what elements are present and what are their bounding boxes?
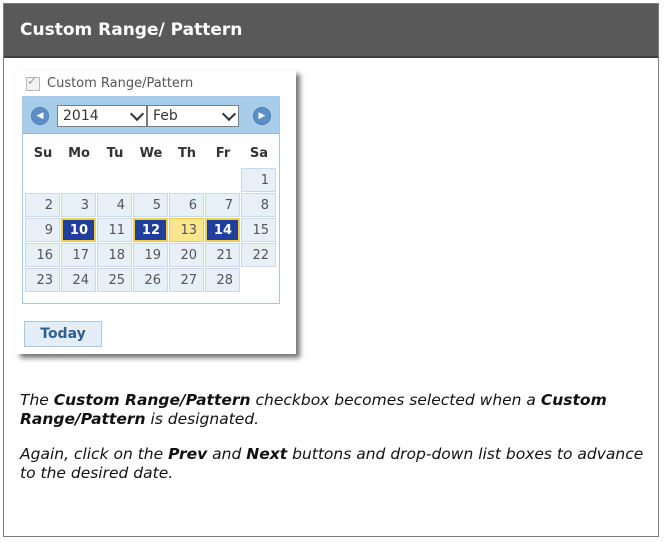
description: The Custom Range/Pattern checkbox become… (20, 391, 656, 499)
calendar-panel: Custom Range/Pattern ◀ 2014 Feb ▶ (16, 70, 296, 354)
description-text: is designated. (145, 410, 260, 428)
day-cell[interactable]: 24 (61, 268, 96, 292)
weekday-label: Th (177, 146, 197, 161)
custom-range-checkbox[interactable] (26, 74, 40, 91)
day-cell-selected[interactable]: 10 (61, 218, 96, 242)
day-cell-selected[interactable]: 14 (205, 218, 240, 242)
day-cell[interactable]: 23 (25, 268, 60, 292)
day-cell-empty (97, 168, 132, 192)
description-paragraph-1: The Custom Range/Pattern checkbox become… (20, 391, 656, 429)
help-frame: Custom Range/ Pattern Custom Range/Patte… (3, 3, 659, 537)
day-cell-empty (133, 168, 168, 192)
day-cell-empty (241, 268, 276, 292)
day-cell-empty (61, 168, 96, 192)
day-cell[interactable]: 6 (169, 193, 204, 217)
day-cell[interactable]: 5 (133, 193, 168, 217)
day-cell[interactable]: 25 (97, 268, 132, 292)
day-cell[interactable]: 22 (241, 243, 276, 267)
day-cell[interactable]: 19 (133, 243, 168, 267)
day-cell[interactable]: 9 (25, 218, 60, 242)
day-cell-empty (205, 168, 240, 192)
day-cell-empty (25, 168, 60, 192)
day-cell[interactable]: 17 (61, 243, 96, 267)
description-text: checkbox becomes selected when a (250, 391, 541, 409)
day-cell[interactable]: 1 (241, 168, 276, 192)
day-cell-selected[interactable]: 12 (133, 218, 168, 242)
day-cell[interactable]: 21 (205, 243, 240, 267)
prev-button[interactable]: ◀ (31, 107, 49, 125)
chevron-down-icon (129, 106, 145, 122)
description-bold: Custom Range/Pattern (53, 391, 251, 409)
weekday-label: Sa (249, 146, 269, 161)
custom-range-checkbox-row[interactable]: Custom Range/Pattern (26, 74, 194, 91)
calendar: ◀ 2014 Feb ▶ Su Mo Tu We Th Fr Sa 1 2 3 … (22, 96, 280, 304)
chevron-down-icon (221, 106, 237, 122)
year-select[interactable]: 2014 (57, 105, 147, 127)
day-cell[interactable]: 8 (241, 193, 276, 217)
next-button[interactable]: ▶ (253, 107, 271, 125)
month-select[interactable]: Feb (147, 105, 239, 127)
day-cell-empty (169, 168, 204, 192)
description-bold: Next (246, 445, 288, 463)
day-cell[interactable]: 2 (25, 193, 60, 217)
day-cell[interactable]: 27 (169, 268, 204, 292)
description-text: The (20, 391, 54, 409)
day-grid: 1 2 3 4 5 6 7 8 9 10 11 12 13 14 15 16 1… (25, 168, 277, 293)
day-cell[interactable]: 26 (133, 268, 168, 292)
page-title: Custom Range/ Pattern (4, 4, 658, 58)
weekday-label: Tu (106, 146, 124, 161)
day-cell[interactable]: 18 (97, 243, 132, 267)
day-cell[interactable]: 16 (25, 243, 60, 267)
description-bold: Prev (168, 445, 208, 463)
description-text: Again, click on the (20, 445, 169, 463)
day-cell[interactable]: 7 (205, 193, 240, 217)
day-cell[interactable]: 20 (169, 243, 204, 267)
day-cell-in-range[interactable]: 13 (169, 218, 204, 242)
custom-range-checkbox-label: Custom Range/Pattern (47, 76, 194, 91)
calendar-header: ◀ 2014 Feb ▶ (23, 97, 279, 134)
day-cell[interactable]: 15 (241, 218, 276, 242)
chevron-right-icon: ▶ (258, 111, 266, 121)
chevron-left-icon: ◀ (36, 111, 44, 121)
weekday-label: Mo (68, 146, 90, 161)
day-cell[interactable]: 28 (205, 268, 240, 292)
day-cell[interactable]: 4 (97, 193, 132, 217)
day-cell[interactable]: 11 (97, 218, 132, 242)
today-button[interactable]: Today (24, 321, 102, 347)
day-cell[interactable]: 3 (61, 193, 96, 217)
year-select-value: 2014 (63, 108, 99, 124)
description-text: and (207, 445, 247, 463)
weekday-header: Su Mo Tu We Th Fr Sa (25, 146, 279, 166)
weekday-label: Fr (215, 146, 231, 161)
month-select-value: Feb (153, 108, 178, 124)
description-paragraph-2: Again, click on the Prev and Next button… (20, 445, 656, 483)
weekday-label: We (139, 146, 163, 161)
weekday-label: Su (33, 146, 53, 161)
